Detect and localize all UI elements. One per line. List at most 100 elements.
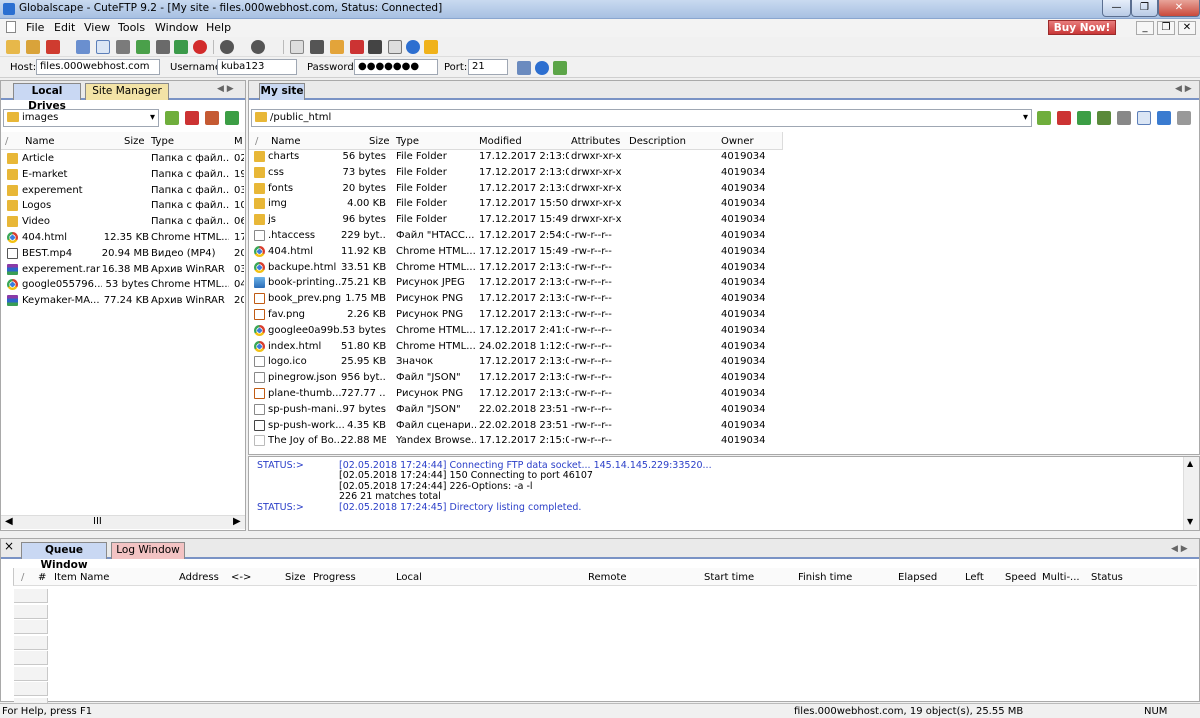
table-row[interactable]: 404.html 12.35 KB Chrome HTML... 17 xyxy=(7,231,244,247)
table-row[interactable]: .htaccess 229 byt... Файл "HTACC... 17.12.2… xyxy=(253,229,787,245)
connect-icon[interactable] xyxy=(6,40,20,54)
col-address[interactable]: Address xyxy=(179,572,219,583)
shield-icon[interactable] xyxy=(424,40,438,54)
delete-icon[interactable] xyxy=(1057,111,1071,125)
log-icon[interactable] xyxy=(310,40,324,54)
mdi-restore-button[interactable]: ❐ xyxy=(1157,21,1175,35)
minimize-button[interactable]: — xyxy=(1102,0,1131,17)
scroll-up-icon[interactable]: ▲ xyxy=(1187,459,1193,468)
tab-queue-window[interactable]: Queue Window xyxy=(21,542,107,571)
menu-edit[interactable]: Edit xyxy=(54,21,75,34)
scroll-left-icon[interactable]: ◀ xyxy=(5,516,13,527)
col-size[interactable]: Size xyxy=(285,572,306,583)
col-attributes[interactable]: Attributes xyxy=(571,136,620,147)
col-direction[interactable]: <-> xyxy=(231,572,251,583)
table-row[interactable]: index.html 51.80 KB Chrome HTML... 24.02.20… xyxy=(253,340,787,356)
table-row[interactable]: charts 56 bytes File Folder 17.12.2017 2:13… xyxy=(253,150,787,166)
table-row[interactable]: Article Папка с файл... 02 xyxy=(7,152,244,168)
col-finish-time[interactable]: Finish time xyxy=(798,572,852,583)
local-horizontal-scrollbar[interactable]: ◀ III ▶ xyxy=(1,515,245,529)
tab-my-site[interactable]: My site xyxy=(259,83,305,100)
close-icon[interactable] xyxy=(1117,111,1131,125)
select-icon[interactable] xyxy=(96,40,110,54)
bookmark-icon[interactable] xyxy=(205,111,219,125)
table-row[interactable]: google055796... 53 bytes Chrome HTML... 04 xyxy=(7,278,244,294)
table-row[interactable]: js 96 bytes File Folder 17.12.2017 15:49:..… xyxy=(253,213,787,229)
delete-icon[interactable] xyxy=(185,111,199,125)
refresh-icon[interactable] xyxy=(174,40,188,54)
menu-window[interactable]: Window xyxy=(155,21,198,34)
col-size[interactable]: Size xyxy=(124,136,145,147)
table-row[interactable]: logo.ico 25.95 KB Значок 17.12.2017 2:13:00… xyxy=(253,355,787,371)
table-row[interactable]: backupe.html 33.51 KB Chrome HTML... 17.12.… xyxy=(253,261,787,277)
buy-now-button[interactable]: Buy Now! xyxy=(1048,20,1116,35)
tab-site-manager[interactable]: Site Manager xyxy=(85,83,169,100)
close-button[interactable]: ✕ xyxy=(1158,0,1200,17)
wizard-icon[interactable] xyxy=(136,40,150,54)
up-folder-icon[interactable] xyxy=(165,111,179,125)
settings-icon[interactable] xyxy=(1177,111,1191,125)
table-row[interactable]: sp-push-mani... 97 bytes Файл "JSON" 22.02.… xyxy=(253,403,787,419)
col-modified[interactable]: Modified xyxy=(479,136,522,147)
new-icon[interactable] xyxy=(46,40,60,54)
menu-help[interactable]: Help xyxy=(206,21,231,34)
col-name[interactable]: Name xyxy=(25,136,55,147)
refresh-icon[interactable] xyxy=(225,111,239,125)
tab-scroll-arrows-icon[interactable]: ◀ ▶ xyxy=(1175,84,1192,94)
quick-connect-icon[interactable] xyxy=(26,40,40,54)
forward-icon[interactable] xyxy=(251,40,265,54)
table-row[interactable]: sp-push-work... 4.35 KB Файл сценари... 22.… xyxy=(253,419,787,435)
up-folder-icon[interactable] xyxy=(1037,111,1051,125)
tab-scroll-arrows-icon[interactable]: ◀ ▶ xyxy=(217,84,234,94)
table-row[interactable]: The Joy of Bo... 22.88 MB Yandex Browse...… xyxy=(253,434,787,450)
wizard-icon[interactable] xyxy=(1097,111,1111,125)
tab-scroll-arrows-icon[interactable]: ◀ ▶ xyxy=(1171,544,1188,554)
col-status[interactable]: Status xyxy=(1091,572,1123,583)
table-row[interactable]: experement.rar 16.38 MB Архив WinRAR 03 xyxy=(7,263,244,279)
mdi-minimize-button[interactable]: _ xyxy=(1136,21,1154,35)
view-icon[interactable] xyxy=(1137,111,1151,125)
col-owner[interactable]: Owner xyxy=(721,136,754,147)
col-type[interactable]: Type xyxy=(396,136,419,147)
refresh-icon[interactable] xyxy=(553,61,567,75)
help-icon[interactable] xyxy=(535,61,549,75)
table-row[interactable]: css 73 bytes File Folder 17.12.2017 2:13:00… xyxy=(253,166,787,182)
close-icon[interactable]: × xyxy=(4,539,14,553)
maximize-button[interactable]: ❐ xyxy=(1131,0,1158,17)
col-left[interactable]: Left xyxy=(965,572,984,583)
table-row[interactable]: Logos Папка с файл... 10 xyxy=(7,199,244,215)
tab-log-window[interactable]: Log Window xyxy=(111,542,185,559)
table-row[interactable]: E-market Папка с файл... 19 xyxy=(7,168,244,184)
col-index[interactable]: # xyxy=(38,572,46,583)
tab-local-drives[interactable]: Local Drives xyxy=(13,83,81,112)
table-row[interactable]: plane-thumb.... 727.77 ... Рисунок PNG 17.1… xyxy=(253,387,787,403)
table-row[interactable]: fonts 20 bytes File Folder 17.12.2017 2:13:… xyxy=(253,182,787,198)
scroll-right-icon[interactable]: ▶ xyxy=(233,516,241,527)
table-row[interactable]: book_prev.png 1.75 MB Рисунок PNG 17.12.201… xyxy=(253,292,787,308)
scroll-down-icon[interactable]: ▼ xyxy=(1187,517,1193,526)
folder-icon[interactable] xyxy=(330,40,344,54)
col-local[interactable]: Local xyxy=(396,572,422,583)
username-input[interactable]: kuba123 xyxy=(217,59,297,75)
table-row[interactable]: Keymaker-MA... 77.24 KB Архив WinRAR 20 xyxy=(7,294,244,310)
site-icon[interactable] xyxy=(156,40,170,54)
remote-path-select[interactable]: /public_html ▾ xyxy=(251,109,1032,127)
reconnect-icon[interactable] xyxy=(116,40,130,54)
edit-icon[interactable] xyxy=(76,40,90,54)
properties-icon[interactable] xyxy=(290,40,304,54)
col-speed[interactable]: Speed xyxy=(1005,572,1036,583)
col-modified[interactable]: M xyxy=(234,136,243,147)
col-type[interactable]: Type xyxy=(151,136,174,147)
col-start-time[interactable]: Start time xyxy=(704,572,754,583)
mdi-close-button[interactable]: ✕ xyxy=(1178,21,1196,35)
col-elapsed[interactable]: Elapsed xyxy=(898,572,937,583)
scroll-thumb[interactable]: III xyxy=(93,516,102,527)
back-icon[interactable] xyxy=(220,40,234,54)
table-row[interactable]: pinegrow.json 956 byt... Файл "JSON" 17.12.… xyxy=(253,371,787,387)
menu-view[interactable]: View xyxy=(84,21,110,34)
sync-icon[interactable] xyxy=(1157,111,1171,125)
exclamation-icon[interactable] xyxy=(350,40,364,54)
table-row[interactable]: fav.png 2.26 KB Рисунок PNG 17.12.2017 2:13… xyxy=(253,308,787,324)
port-input[interactable]: 21 xyxy=(468,59,508,75)
table-row[interactable]: googlee0a99b... 53 bytes Chrome HTML... 17.… xyxy=(253,324,787,340)
